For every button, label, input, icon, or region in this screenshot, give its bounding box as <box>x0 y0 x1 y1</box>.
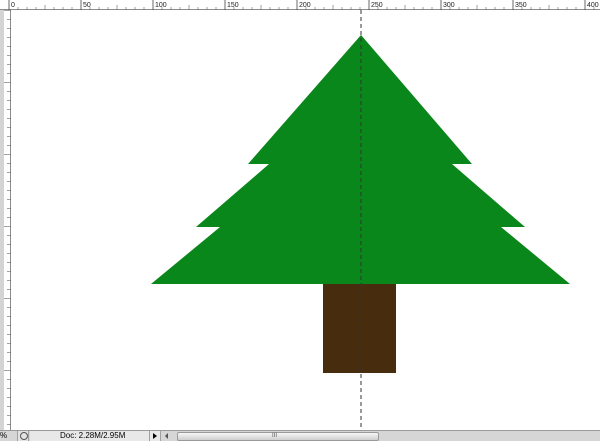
status-menu-arrow-icon[interactable] <box>150 431 161 441</box>
ruler-label: 150 <box>227 2 239 9</box>
vertical-ruler-ticks <box>4 10 11 425</box>
document-size: Doc: 2.28M/2.95M <box>30 431 150 441</box>
status-info-icon[interactable] <box>17 431 29 441</box>
ruler-label: 100 <box>155 2 167 9</box>
status-bar: % Doc: 2.28M/2.95M III <box>0 430 600 441</box>
ruler-label: 400 <box>587 2 599 9</box>
tree-trunk[interactable] <box>323 284 396 373</box>
document-canvas[interactable] <box>11 10 600 430</box>
vertical-ruler[interactable] <box>4 10 11 430</box>
ruler-label: 0 <box>11 2 15 9</box>
scroll-left-arrow-icon[interactable] <box>162 431 172 441</box>
ruler-label: 250 <box>371 2 383 9</box>
scroll-grip: III <box>272 433 278 439</box>
ruler-label: 350 <box>515 2 527 9</box>
artwork <box>151 10 570 430</box>
circle-icon <box>20 432 28 440</box>
ruler-label: 200 <box>299 2 311 9</box>
zoom-level[interactable]: % <box>0 431 16 441</box>
ruler-label: 300 <box>443 2 455 9</box>
horizontal-ruler-ticks: 0 50 100 150 200 250 300 350 400 <box>8 0 599 10</box>
horizontal-scroll-thumb[interactable]: III <box>177 432 379 441</box>
horizontal-ruler[interactable]: 0 50 100 150 200 250 300 350 400 <box>0 0 600 10</box>
